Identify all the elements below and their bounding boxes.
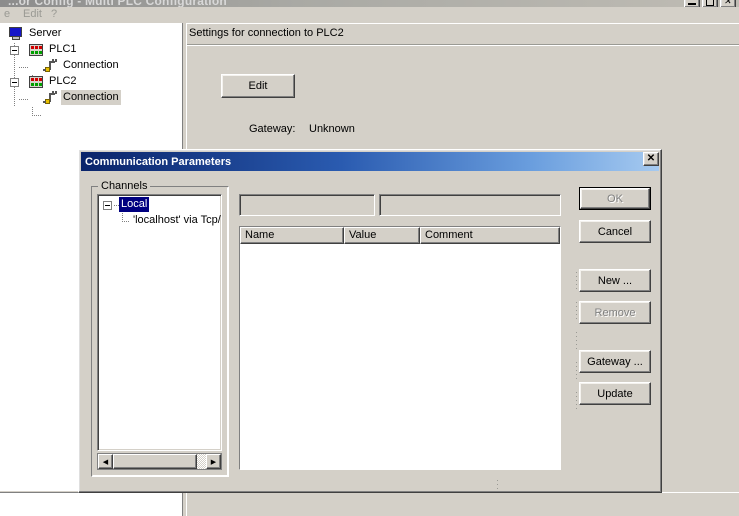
channel-node-local-label: Local [119, 197, 150, 212]
dialog-titlebar[interactable]: Communication Parameters [81, 152, 659, 171]
parameters-table[interactable]: Name Value Comment [239, 226, 561, 470]
tree-node-connection-2[interactable]: Connection [0, 90, 182, 106]
dialog-title: Communication Parameters [85, 155, 232, 168]
edit-button[interactable]: Edit [221, 74, 295, 98]
gateway-button[interactable]: Gateway ... [579, 350, 651, 373]
render-artifact [576, 392, 577, 412]
close-button[interactable]: ✕ [720, 0, 736, 7]
channel-child-branch [122, 221, 130, 222]
channel-tree[interactable]: Local 'localhost' via Tcp/ [97, 194, 222, 451]
channel-node-localhost-label: 'localhost' via Tcp/ [133, 214, 221, 226]
channel-tree-hscrollbar[interactable]: ◀ ▶ [97, 453, 222, 470]
dialog-close-button[interactable]: ✕ [643, 152, 659, 166]
expander-local-icon[interactable] [103, 201, 112, 210]
tree-node-plc2-label: PLC2 [49, 75, 77, 87]
column-header-comment[interactable]: Comment [420, 227, 560, 244]
tree-node-connection-1[interactable]: Connection [0, 58, 182, 74]
tree-node-plc1[interactable]: PLC1 [0, 42, 182, 58]
scroll-left-arrow-icon[interactable]: ◀ [98, 454, 113, 469]
caption-rule [187, 45, 739, 46]
render-artifact [576, 302, 577, 322]
column-header-value[interactable]: Value [344, 227, 420, 244]
tree-panel-bottom [0, 492, 183, 516]
screen: ...or Config - Multi PLC Configuration ✕… [0, 0, 739, 516]
column-header-name[interactable]: Name [240, 227, 344, 244]
gateway-row: Gateway: Unknown [249, 123, 355, 135]
tree-node-server-label: Server [29, 27, 62, 39]
channel-node-local[interactable]: Local [98, 197, 221, 213]
tree-node-connection-2-label: Connection [61, 90, 121, 105]
channel-node-localhost[interactable]: 'localhost' via Tcp/ [98, 213, 221, 229]
cancel-button[interactable]: Cancel [579, 220, 651, 243]
window-controls: ✕ [684, 0, 736, 7]
settings-panel-bottom [186, 492, 739, 516]
tree-node-plc2[interactable]: PLC2 [0, 74, 182, 90]
plc-tree: Server PLC1 Connection PLC2 Connection [0, 26, 182, 116]
expander-plc2-icon[interactable] [10, 78, 19, 87]
render-artifact [497, 480, 498, 490]
connection-plug-icon [42, 91, 58, 105]
app-titlebar[interactable]: ...or Config - Multi PLC Configuration ✕ [0, 0, 739, 7]
monitor-icon [8, 27, 24, 41]
menu-file[interactable]: e [2, 8, 12, 20]
ok-button-label: OK [607, 192, 623, 205]
plc-rack-icon [28, 75, 44, 89]
menu-help[interactable]: ? [49, 8, 59, 20]
tree-node-connection-1-label: Connection [63, 59, 119, 71]
channels-legend: Channels [98, 180, 151, 192]
tree-node-server[interactable]: Server [0, 26, 182, 42]
update-button[interactable]: Update [579, 382, 651, 405]
connection-plug-icon [42, 59, 58, 73]
tree-sub-branch-2 [32, 115, 41, 116]
remove-button[interactable]: Remove [579, 301, 651, 324]
render-artifact [576, 332, 577, 352]
scrollbar-track[interactable] [113, 454, 206, 469]
channels-groupbox: Channels Local 'localhost' via Tcp/ ◀ ▶ [91, 180, 229, 477]
menubar: e Edit ? [0, 7, 739, 22]
channel-child-line [122, 213, 123, 221]
tree-node-plc1-label: PLC1 [49, 43, 77, 55]
render-artifact [576, 362, 577, 382]
minimize-button[interactable] [684, 0, 700, 7]
maximize-button[interactable] [702, 0, 718, 7]
expander-plc1-icon[interactable] [10, 46, 19, 55]
table-header-row: Name Value Comment [240, 227, 560, 244]
render-artifact [576, 272, 577, 292]
channel-type-field[interactable] [379, 194, 561, 216]
app-title: ...or Config - Multi PLC Configuration [8, 0, 227, 7]
ok-button[interactable]: OK [579, 187, 651, 210]
channel-name-field[interactable] [239, 194, 375, 216]
menu-edit[interactable]: Edit [21, 8, 44, 20]
new-button[interactable]: New ... [579, 269, 651, 292]
table-body[interactable] [240, 244, 560, 469]
scroll-right-arrow-icon[interactable]: ▶ [206, 454, 221, 469]
gateway-value: Unknown [309, 123, 355, 135]
communication-parameters-dialog: Communication Parameters ✕ Channels Loca… [78, 149, 662, 493]
plc-rack-icon [28, 43, 44, 57]
settings-caption: Settings for connection to PLC2 [189, 27, 344, 39]
scrollbar-thumb[interactable] [113, 454, 197, 469]
gateway-label: Gateway: [249, 123, 296, 135]
